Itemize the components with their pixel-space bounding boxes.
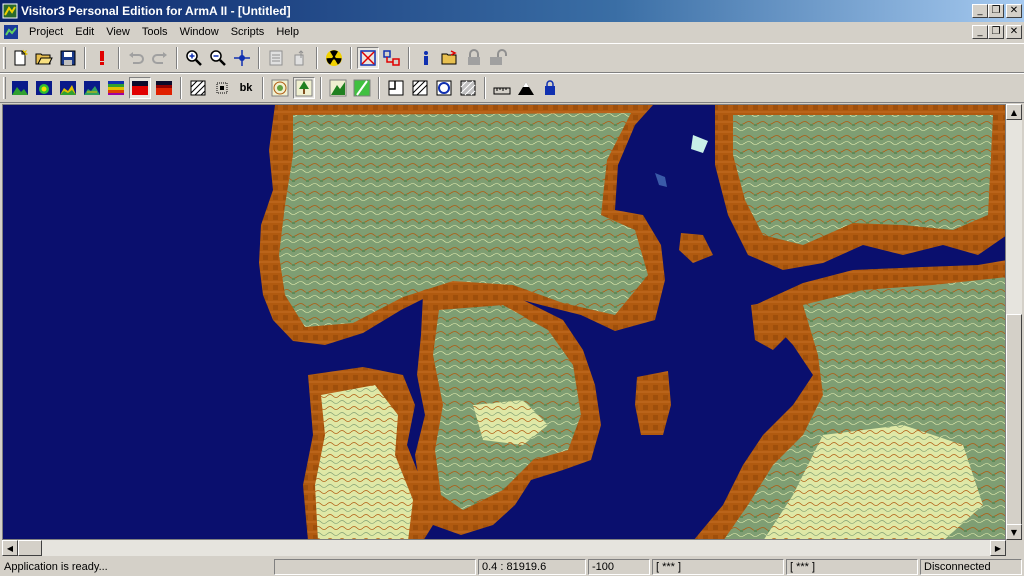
toolbar-grip[interactable] (3, 77, 6, 99)
toolbar-separator (408, 47, 410, 69)
toolbar-grip[interactable] (3, 47, 6, 69)
select-icon[interactable] (357, 47, 379, 69)
status-height: -100 (588, 559, 650, 575)
vertical-scrollbar[interactable]: ▲ ▼ (1006, 104, 1022, 540)
toolbar-separator (316, 47, 318, 69)
window-title: Visitor3 Personal Edition for ArmA II - … (21, 4, 291, 18)
heightmap-view-icon[interactable] (33, 77, 55, 99)
properties-icon[interactable] (265, 47, 287, 69)
vertical-scroll-thumb[interactable] (1006, 314, 1022, 534)
forest-icon[interactable] (327, 77, 349, 99)
menu-view[interactable]: View (100, 26, 136, 38)
document-controls: _ ❐ ✕ (972, 25, 1022, 39)
toolbar-separator (118, 47, 120, 69)
app-icon (2, 3, 18, 19)
save-icon[interactable] (57, 47, 79, 69)
circle-frame-icon[interactable] (433, 77, 455, 99)
status-empty-pane (274, 559, 476, 575)
info-icon[interactable] (415, 47, 437, 69)
red-gradient-icon[interactable] (153, 77, 175, 99)
view-toolbar: bk (0, 73, 1024, 103)
menu-help[interactable]: Help (270, 26, 305, 38)
toolbar-separator (258, 47, 260, 69)
menu-window[interactable]: Window (174, 26, 225, 38)
frame-icon[interactable] (409, 77, 431, 99)
main-toolbar (0, 43, 1024, 73)
open-folder-icon[interactable] (439, 47, 461, 69)
horizontal-scroll-thumb[interactable] (18, 540, 42, 556)
center-icon[interactable] (231, 47, 253, 69)
grid-hatch-icon[interactable] (187, 77, 209, 99)
close-button[interactable]: ✕ (1006, 4, 1022, 18)
redo-icon[interactable] (149, 47, 171, 69)
bucket-icon[interactable] (539, 77, 561, 99)
tree-icon[interactable] (293, 77, 315, 99)
menu-edit[interactable]: Edit (69, 26, 100, 38)
restore-button[interactable]: ❐ (988, 4, 1004, 18)
red-view-icon[interactable] (129, 77, 151, 99)
scroll-left-button[interactable]: ◀ (2, 540, 18, 556)
export-icon[interactable] (289, 47, 311, 69)
doc-close-button[interactable]: ✕ (1006, 25, 1022, 39)
mountain-icon[interactable] (515, 77, 537, 99)
roads-icon[interactable] (385, 77, 407, 99)
bk-button[interactable]: bk (235, 77, 257, 99)
toolbar-separator (84, 47, 86, 69)
terrain-view-icon[interactable] (9, 77, 31, 99)
hatch-frame-icon[interactable] (457, 77, 479, 99)
bk-label: bk (239, 82, 253, 94)
scroll-up-button[interactable]: ▲ (1006, 104, 1022, 120)
application-window: Visitor3 Personal Edition for ArmA II - … (0, 0, 1024, 576)
new-icon[interactable] (9, 47, 31, 69)
toolbar-separator (350, 47, 352, 69)
scroll-down-button[interactable]: ▼ (1006, 524, 1022, 540)
horizontal-scrollbar[interactable]: ◀ ▶ (2, 540, 1006, 556)
map-canvas[interactable] (2, 104, 1006, 540)
open-icon[interactable] (33, 47, 55, 69)
zoom-out-icon[interactable] (207, 47, 229, 69)
toolbar-separator (180, 77, 182, 99)
status-bar: Application is ready... 0.4 : 81919.6 -1… (0, 558, 1024, 576)
alert-icon[interactable] (91, 47, 113, 69)
toolbar-separator (320, 77, 322, 99)
radiation-icon[interactable] (323, 47, 345, 69)
menu-scripts[interactable]: Scripts (225, 26, 271, 38)
undo-icon[interactable] (125, 47, 147, 69)
toolbar-separator (176, 47, 178, 69)
toolbar-separator (378, 77, 380, 99)
satellite-view-icon[interactable] (57, 77, 79, 99)
toolbar-separator (262, 77, 264, 99)
unlock-icon[interactable] (487, 47, 509, 69)
lock-icon[interactable] (463, 47, 485, 69)
link-icon[interactable] (381, 47, 403, 69)
window-controls: _ ❐ ✕ (972, 4, 1022, 18)
document-icon[interactable] (3, 24, 19, 40)
terrain-map[interactable] (3, 105, 1006, 540)
status-coordinates: 0.4 : 81919.6 (478, 559, 586, 575)
minimize-button[interactable]: _ (972, 4, 988, 18)
layer-colors-icon[interactable] (105, 77, 127, 99)
toolbar-separator (484, 77, 486, 99)
rivers-icon[interactable] (351, 77, 373, 99)
status-message: Application is ready... (4, 561, 108, 573)
title-bar[interactable]: Visitor3 Personal Edition for ArmA II - … (0, 0, 1024, 22)
menu-bar: Project Edit View Tools Window Scripts H… (0, 22, 1024, 42)
status-field-2: [ *** ] (786, 559, 918, 575)
grid-dots-icon[interactable] (211, 77, 233, 99)
status-connection: Disconnected (920, 559, 1022, 575)
status-field-1: [ *** ] (652, 559, 784, 575)
menu-project[interactable]: Project (23, 26, 69, 38)
doc-minimize-button[interactable]: _ (972, 25, 988, 39)
landmass-northeast (715, 105, 1005, 270)
menu-tools[interactable]: Tools (136, 26, 174, 38)
mixed-view-icon[interactable] (81, 77, 103, 99)
ruler-icon[interactable] (491, 77, 513, 99)
zoom-in-icon[interactable] (183, 47, 205, 69)
contour-icon[interactable] (269, 77, 291, 99)
doc-restore-button[interactable]: ❐ (988, 25, 1004, 39)
scroll-right-button[interactable]: ▶ (990, 540, 1006, 556)
